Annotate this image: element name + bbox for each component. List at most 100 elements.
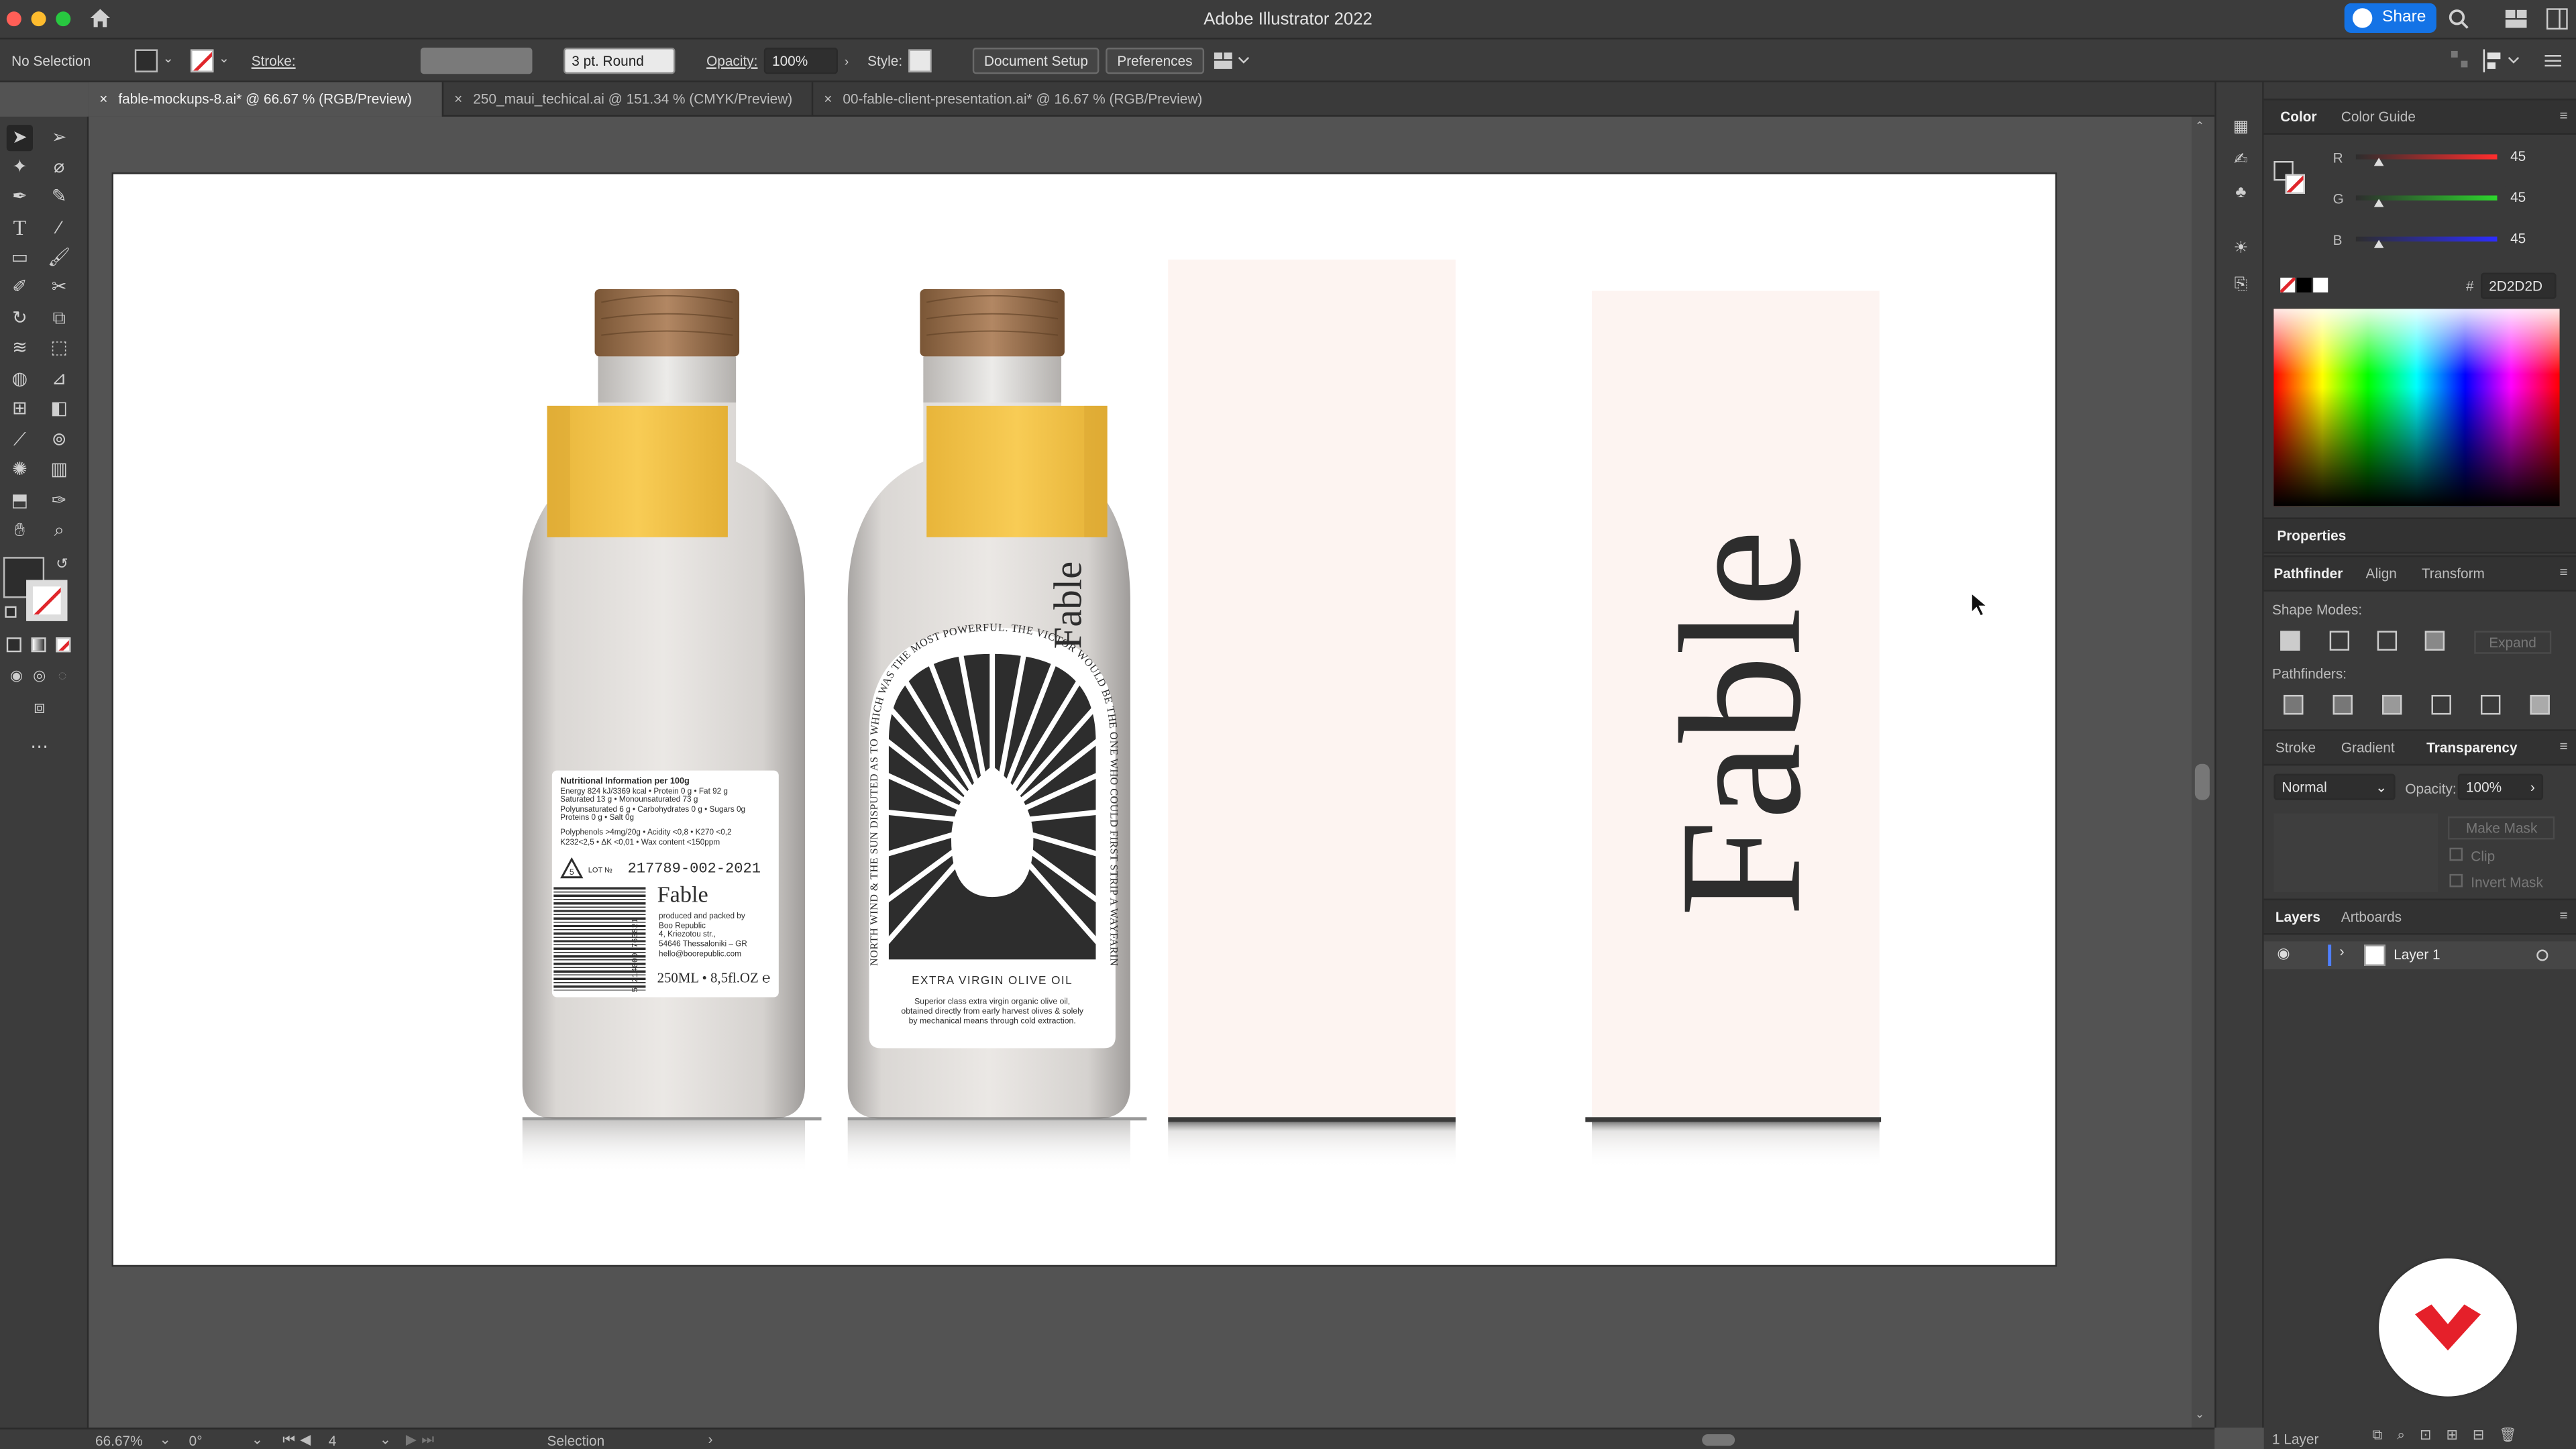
h-scroll-thumb[interactable]: [1702, 1434, 1735, 1446]
chevron-right-icon[interactable]: ›: [845, 54, 849, 69]
rotate-tool-icon[interactable]: ↻: [7, 306, 33, 332]
variable-width-field[interactable]: [420, 48, 533, 74]
gradient-mode-icon[interactable]: [31, 637, 46, 653]
none-swatch[interactable]: [2280, 277, 2296, 292]
expand-button[interactable]: Expand: [2474, 631, 2551, 654]
align-icon[interactable]: [2449, 49, 2469, 68]
shaper-tool-icon[interactable]: ✐: [7, 274, 33, 301]
color-mode-icon[interactable]: [6, 637, 21, 653]
workspace-icon[interactable]: [2505, 9, 2527, 28]
tab-gradient[interactable]: Gradient: [2341, 739, 2395, 755]
brushes-icon[interactable]: ✍: [2228, 148, 2254, 174]
slice-tool-icon[interactable]: ✑: [46, 488, 72, 514]
zoom-tool-icon[interactable]: ⌕: [46, 517, 72, 543]
menu-icon[interactable]: [2544, 54, 2561, 68]
brush-definition-field[interactable]: 3 pt. Round: [564, 48, 676, 74]
hand-tool-icon[interactable]: ✋︎: [7, 517, 33, 543]
merge-icon[interactable]: [2382, 694, 2402, 715]
mesh-tool-icon[interactable]: ⊞: [7, 396, 33, 422]
hex-field[interactable]: 2D2D2D: [2480, 272, 2557, 299]
default-colors-icon[interactable]: [5, 606, 17, 618]
tab-color-guide[interactable]: Color Guide: [2341, 109, 2416, 125]
opacity-field[interactable]: 100%: [763, 48, 838, 74]
exclude-icon[interactable]: [2424, 631, 2445, 651]
rotation-value[interactable]: 0°: [189, 1433, 203, 1449]
layer-row[interactable]: ◉ › Layer 1: [2263, 941, 2576, 969]
chevron-down-icon[interactable]: ⌄: [162, 51, 173, 66]
share-button[interactable]: Share: [2344, 3, 2436, 33]
target-icon[interactable]: [2536, 949, 2548, 961]
panel-menu-icon[interactable]: ≡: [2560, 564, 2568, 580]
unite-icon[interactable]: [2280, 631, 2300, 651]
magic-wand-tool-icon[interactable]: ✦: [7, 154, 33, 180]
minus-back-icon[interactable]: [2530, 694, 2550, 715]
type-tool-icon[interactable]: T: [7, 215, 33, 241]
chevron-right-icon[interactable]: ›: [2339, 943, 2344, 959]
r-value-field[interactable]: 45: [2504, 144, 2553, 171]
gradient-tool-icon[interactable]: ◧: [46, 396, 72, 422]
layer-footer-icons[interactable]: ⧉⌕⊡⊞⊟🗑︎: [2372, 1426, 2532, 1444]
eye-icon[interactable]: ◉: [2277, 945, 2290, 963]
b-slider-thumb[interactable]: [2373, 239, 2384, 248]
panel-menu-icon[interactable]: ≡: [2560, 738, 2568, 754]
tab-artboards[interactable]: Artboards: [2341, 908, 2402, 924]
lasso-tool-icon[interactable]: ⌀: [46, 154, 72, 180]
appearance-icon[interactable]: ☀: [2228, 237, 2254, 263]
asset-export-icon[interactable]: ⎘: [2228, 273, 2254, 299]
stroke-swatch[interactable]: [191, 49, 214, 72]
artboard[interactable]: Nutritional Information per 100g Energy …: [113, 174, 2055, 1265]
crop-icon[interactable]: [2431, 694, 2451, 715]
transparency-opacity-field[interactable]: 100% ›: [2457, 773, 2544, 800]
tab-maui-technical[interactable]: × 250_maui_techical.ai @ 151.34 % (CMYK/P…: [441, 82, 812, 117]
invert-mask-checkbox[interactable]: [2449, 873, 2463, 888]
tab-align[interactable]: Align: [2366, 565, 2397, 581]
minus-front-icon[interactable]: [2329, 631, 2350, 651]
artboard-number[interactable]: 4: [329, 1433, 337, 1449]
scroll-down-arrow[interactable]: ⌄: [2195, 1408, 2204, 1421]
scroll-up-arrow[interactable]: ⌃: [2195, 120, 2204, 133]
artboard-nav-icons[interactable]: ⏮◀: [282, 1431, 315, 1449]
tab-pathfinder[interactable]: Pathfinder: [2273, 565, 2343, 581]
swap-fill-stroke-icon[interactable]: ↺: [56, 555, 68, 574]
horizontal-scrollbar[interactable]: [739, 1433, 2185, 1448]
panels-icon[interactable]: [2546, 8, 2568, 30]
fill-swatch[interactable]: [134, 49, 158, 72]
tab-fable-mockups[interactable]: × fable-mockups-8.ai* @ 66.67 % (RGB/Prev…: [89, 82, 442, 117]
scissors-tool-icon[interactable]: ✂: [46, 274, 72, 301]
draw-inside-icon[interactable]: ◌: [49, 662, 75, 688]
shape-builder-tool-icon[interactable]: ◍: [7, 366, 33, 392]
b-value-field[interactable]: 45: [2504, 226, 2553, 254]
home-icon[interactable]: [89, 7, 111, 30]
artboard-next-icons[interactable]: ▶⏭: [406, 1431, 439, 1449]
style-swatch[interactable]: [908, 49, 932, 72]
clip-checkbox[interactable]: [2449, 847, 2463, 861]
trim-icon[interactable]: [2332, 694, 2353, 715]
zoom-chevron-icon[interactable]: ⌄: [160, 1431, 171, 1449]
vertical-scrollbar[interactable]: ⌃ ⌄: [2191, 116, 2215, 1428]
column-graph-tool-icon[interactable]: ▥: [46, 457, 72, 483]
rectangle-tool-icon[interactable]: ▭: [7, 245, 33, 271]
symbols-icon[interactable]: ♣: [2228, 180, 2254, 207]
tab-client-presentation[interactable]: × 00-fable-client-presentation.ai* @ 16.6…: [811, 82, 1239, 117]
artboard-chevron-icon[interactable]: ⌄: [380, 1431, 391, 1449]
pen-tool-icon[interactable]: ✒: [7, 184, 33, 210]
make-mask-button[interactable]: Make Mask: [2448, 816, 2556, 840]
symbol-sprayer-tool-icon[interactable]: ✺: [7, 457, 33, 483]
g-slider-thumb[interactable]: [2373, 199, 2384, 207]
minimize-window-button[interactable]: [31, 11, 46, 27]
perspective-grid-tool-icon[interactable]: ⊿: [46, 366, 72, 392]
paintbrush-tool-icon[interactable]: 🖌︎: [46, 245, 72, 271]
close-icon[interactable]: ×: [450, 82, 466, 116]
line-tool-icon[interactable]: ⁄: [46, 215, 72, 241]
stroke-color-box[interactable]: [26, 580, 68, 621]
blend-tool-icon[interactable]: ⊚: [46, 427, 72, 453]
r-slider-thumb[interactable]: [2373, 158, 2384, 166]
black-swatch[interactable]: [2296, 277, 2312, 292]
divide-icon[interactable]: [2284, 694, 2304, 715]
panel-menu-icon[interactable]: ≡: [2560, 107, 2568, 123]
libraries-icon[interactable]: ▦: [2228, 115, 2254, 141]
arrange-documents-icon[interactable]: [1214, 51, 1250, 70]
direct-selection-tool-icon[interactable]: ➢: [46, 125, 72, 151]
close-window-button[interactable]: [6, 11, 21, 27]
outline-icon[interactable]: [2480, 694, 2501, 715]
